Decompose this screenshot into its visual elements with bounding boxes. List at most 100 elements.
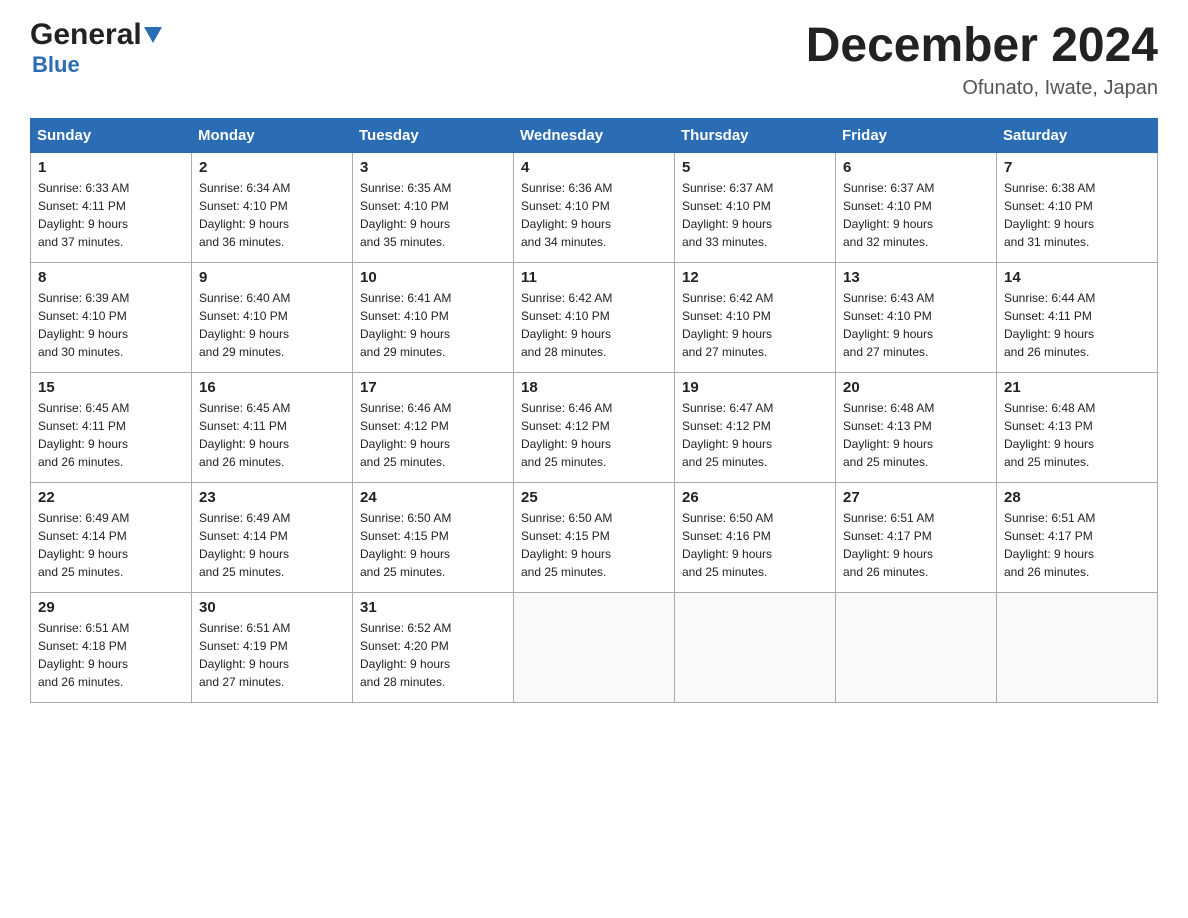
day-number: 23: [199, 489, 345, 506]
day-info: Sunrise: 6:44 AMSunset: 4:11 PMDaylight:…: [1004, 289, 1150, 361]
calendar-cell: [675, 592, 836, 702]
day-number: 27: [843, 489, 989, 506]
calendar-cell: 5 Sunrise: 6:37 AMSunset: 4:10 PMDaylight…: [675, 152, 836, 262]
day-number: 3: [360, 159, 506, 176]
day-number: 1: [38, 159, 184, 176]
calendar-cell: 14 Sunrise: 6:44 AMSunset: 4:11 PMDayligh…: [997, 262, 1158, 372]
day-number: 11: [521, 269, 667, 286]
day-info: Sunrise: 6:49 AMSunset: 4:14 PMDaylight:…: [38, 509, 184, 581]
column-header-tuesday: Tuesday: [353, 118, 514, 152]
calendar-cell: 20 Sunrise: 6:48 AMSunset: 4:13 PMDayligh…: [836, 372, 997, 482]
day-info: Sunrise: 6:52 AMSunset: 4:20 PMDaylight:…: [360, 619, 506, 691]
day-info: Sunrise: 6:48 AMSunset: 4:13 PMDaylight:…: [843, 399, 989, 471]
day-info: Sunrise: 6:33 AMSunset: 4:11 PMDaylight:…: [38, 179, 184, 251]
day-info: Sunrise: 6:51 AMSunset: 4:17 PMDaylight:…: [1004, 509, 1150, 581]
day-number: 4: [521, 159, 667, 176]
calendar-cell: 1 Sunrise: 6:33 AMSunset: 4:11 PMDaylight…: [31, 152, 192, 262]
day-info: Sunrise: 6:42 AMSunset: 4:10 PMDaylight:…: [682, 289, 828, 361]
calendar-week-row: 29 Sunrise: 6:51 AMSunset: 4:18 PMDayligh…: [31, 592, 1158, 702]
column-header-wednesday: Wednesday: [514, 118, 675, 152]
calendar-cell: 12 Sunrise: 6:42 AMSunset: 4:10 PMDayligh…: [675, 262, 836, 372]
calendar-cell: 18 Sunrise: 6:46 AMSunset: 4:12 PMDayligh…: [514, 372, 675, 482]
calendar-cell: 7 Sunrise: 6:38 AMSunset: 4:10 PMDaylight…: [997, 152, 1158, 262]
calendar-cell: 17 Sunrise: 6:46 AMSunset: 4:12 PMDayligh…: [353, 372, 514, 482]
day-info: Sunrise: 6:45 AMSunset: 4:11 PMDaylight:…: [38, 399, 184, 471]
day-info: Sunrise: 6:41 AMSunset: 4:10 PMDaylight:…: [360, 289, 506, 361]
day-number: 14: [1004, 269, 1150, 286]
calendar-cell: 24Sunrise: 6:50 AMSunset: 4:15 PMDayligh…: [353, 482, 514, 592]
calendar-cell: 27 Sunrise: 6:51 AMSunset: 4:17 PMDayligh…: [836, 482, 997, 592]
day-number: 9: [199, 269, 345, 286]
calendar-cell: 23 Sunrise: 6:49 AMSunset: 4:14 PMDayligh…: [192, 482, 353, 592]
calendar-cell: [836, 592, 997, 702]
calendar-header-row: SundayMondayTuesdayWednesdayThursdayFrid…: [31, 118, 1158, 152]
day-number: 26: [682, 489, 828, 506]
calendar-cell: 3 Sunrise: 6:35 AMSunset: 4:10 PMDaylight…: [353, 152, 514, 262]
day-number: 2: [199, 159, 345, 176]
calendar-week-row: 15 Sunrise: 6:45 AMSunset: 4:11 PMDayligh…: [31, 372, 1158, 482]
calendar-cell: 28Sunrise: 6:51 AMSunset: 4:17 PMDayligh…: [997, 482, 1158, 592]
day-info: Sunrise: 6:50 AMSunset: 4:15 PMDaylight:…: [521, 509, 667, 581]
day-info: Sunrise: 6:51 AMSunset: 4:17 PMDaylight:…: [843, 509, 989, 581]
day-info: Sunrise: 6:39 AMSunset: 4:10 PMDaylight:…: [38, 289, 184, 361]
calendar-week-row: 1 Sunrise: 6:33 AMSunset: 4:11 PMDaylight…: [31, 152, 1158, 262]
day-number: 29: [38, 599, 184, 616]
month-title: December 2024: [806, 20, 1158, 73]
calendar-cell: 16Sunrise: 6:45 AMSunset: 4:11 PMDayligh…: [192, 372, 353, 482]
day-info: Sunrise: 6:51 AMSunset: 4:19 PMDaylight:…: [199, 619, 345, 691]
day-number: 15: [38, 379, 184, 396]
day-number: 18: [521, 379, 667, 396]
day-info: Sunrise: 6:43 AMSunset: 4:10 PMDaylight:…: [843, 289, 989, 361]
day-info: Sunrise: 6:47 AMSunset: 4:12 PMDaylight:…: [682, 399, 828, 471]
calendar-cell: 13 Sunrise: 6:43 AMSunset: 4:10 PMDayligh…: [836, 262, 997, 372]
day-number: 5: [682, 159, 828, 176]
calendar-cell: [997, 592, 1158, 702]
day-info: Sunrise: 6:37 AMSunset: 4:10 PMDaylight:…: [682, 179, 828, 251]
day-number: 31: [360, 599, 506, 616]
calendar-cell: 29 Sunrise: 6:51 AMSunset: 4:18 PMDayligh…: [31, 592, 192, 702]
day-number: 12: [682, 269, 828, 286]
logo-blue-text: Blue: [32, 52, 80, 78]
calendar-cell: 4 Sunrise: 6:36 AMSunset: 4:10 PMDaylight…: [514, 152, 675, 262]
logo-general-text: General: [30, 20, 142, 50]
calendar-cell: 11 Sunrise: 6:42 AMSunset: 4:10 PMDayligh…: [514, 262, 675, 372]
day-info: Sunrise: 6:49 AMSunset: 4:14 PMDaylight:…: [199, 509, 345, 581]
day-info: Sunrise: 6:36 AMSunset: 4:10 PMDaylight:…: [521, 179, 667, 251]
day-number: 7: [1004, 159, 1150, 176]
day-info: Sunrise: 6:37 AMSunset: 4:10 PMDaylight:…: [843, 179, 989, 251]
calendar-week-row: 22 Sunrise: 6:49 AMSunset: 4:14 PMDayligh…: [31, 482, 1158, 592]
column-header-saturday: Saturday: [997, 118, 1158, 152]
calendar-cell: 31 Sunrise: 6:52 AMSunset: 4:20 PMDayligh…: [353, 592, 514, 702]
day-info: Sunrise: 6:46 AMSunset: 4:12 PMDaylight:…: [360, 399, 506, 471]
calendar-cell: 2Sunrise: 6:34 AMSunset: 4:10 PMDaylight…: [192, 152, 353, 262]
calendar-cell: 9Sunrise: 6:40 AMSunset: 4:10 PMDaylight…: [192, 262, 353, 372]
day-number: 10: [360, 269, 506, 286]
logo-area: General Blue: [30, 20, 162, 78]
calendar-cell: 15 Sunrise: 6:45 AMSunset: 4:11 PMDayligh…: [31, 372, 192, 482]
day-number: 22: [38, 489, 184, 506]
day-info: Sunrise: 6:38 AMSunset: 4:10 PMDaylight:…: [1004, 179, 1150, 251]
calendar-cell: 19Sunrise: 6:47 AMSunset: 4:12 PMDayligh…: [675, 372, 836, 482]
day-info: Sunrise: 6:50 AMSunset: 4:16 PMDaylight:…: [682, 509, 828, 581]
page-header: General Blue December 2024 Ofunato, Iwat…: [30, 20, 1158, 100]
day-info: Sunrise: 6:48 AMSunset: 4:13 PMDaylight:…: [1004, 399, 1150, 471]
calendar-cell: 6 Sunrise: 6:37 AMSunset: 4:10 PMDaylight…: [836, 152, 997, 262]
day-number: 25: [521, 489, 667, 506]
column-header-thursday: Thursday: [675, 118, 836, 152]
calendar-cell: 8Sunrise: 6:39 AMSunset: 4:10 PMDaylight…: [31, 262, 192, 372]
day-info: Sunrise: 6:46 AMSunset: 4:12 PMDaylight:…: [521, 399, 667, 471]
day-number: 21: [1004, 379, 1150, 396]
day-number: 16: [199, 379, 345, 396]
calendar-cell: [514, 592, 675, 702]
calendar-cell: 25 Sunrise: 6:50 AMSunset: 4:15 PMDayligh…: [514, 482, 675, 592]
day-number: 6: [843, 159, 989, 176]
day-info: Sunrise: 6:42 AMSunset: 4:10 PMDaylight:…: [521, 289, 667, 361]
logo-triangle-icon: [144, 27, 162, 45]
day-number: 30: [199, 599, 345, 616]
day-info: Sunrise: 6:51 AMSunset: 4:18 PMDaylight:…: [38, 619, 184, 691]
day-number: 17: [360, 379, 506, 396]
day-number: 13: [843, 269, 989, 286]
day-info: Sunrise: 6:35 AMSunset: 4:10 PMDaylight:…: [360, 179, 506, 251]
day-number: 20: [843, 379, 989, 396]
day-number: 24: [360, 489, 506, 506]
